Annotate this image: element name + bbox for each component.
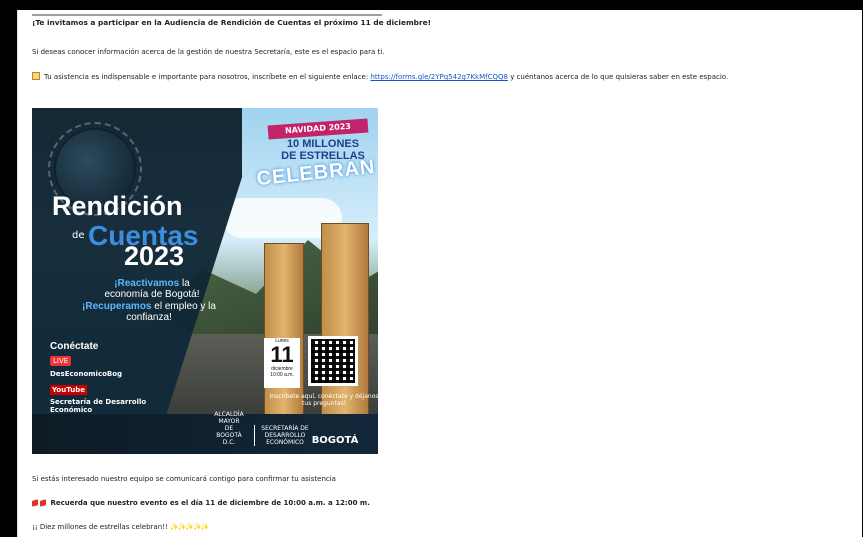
navidad-tag: NAVIDAD 2023 — [267, 118, 369, 140]
bogota-logo: BOGOTÁ — [311, 435, 359, 446]
reminder-line: Recuerda que nuestro evento es el día 11… — [32, 499, 370, 507]
reminder-text: Recuerda que nuestro evento es el día 11… — [50, 499, 370, 507]
date-time: 10:00 a.m. — [270, 372, 294, 378]
confirm-text: Si estás interesado nuestro equipo se co… — [32, 475, 336, 483]
youtube-logo: YouTube — [50, 385, 87, 395]
alcaldia-logo: ALCALDÍA MAYOR DE BOGOTÁ D.C. — [214, 411, 244, 446]
intro-text: Si deseas conocer información acerca de … — [32, 48, 385, 56]
register-suffix: y cuéntanos acerca de lo que quisieras s… — [510, 73, 729, 81]
poster-title-line1: Rendición — [52, 191, 183, 221]
closing-line: ¡¡ Diez millones de estrellas celebran!!… — [32, 523, 210, 531]
reactivamos-bold: ¡Reactivamos — [114, 278, 180, 289]
conectate-label: Conéctate — [50, 341, 99, 352]
reactivamos-text: ¡Reactivamos la economía de Bogotá! — [98, 278, 206, 300]
email-body: ¡Te invitamos a participar en la Audienc… — [17, 10, 862, 537]
date-card: Lunes 11 diciembre 10:00 a.m. — [264, 338, 300, 388]
youtube-channel: Secretaría de Desarrollo Económico — [50, 398, 147, 415]
sde-logo: SECRETARÍA DE DESARROLLO ECONÓMICO — [254, 425, 311, 446]
closing-text: ¡¡ Diez millones de estrellas celebran!! — [32, 523, 168, 531]
event-poster-image: NAVIDAD 2023 10 MILLONES DE ESTRELLAS CE… — [32, 108, 378, 454]
megaphone-icon — [32, 499, 38, 507]
divider — [32, 14, 382, 16]
register-prefix: Tu asistencia es indispensable e importa… — [44, 73, 369, 81]
qr-code — [308, 336, 358, 386]
email-header-text: ¡Te invitamos a participar en la Audienc… — [32, 18, 431, 27]
recuperamos-bold: ¡Recuperamos — [82, 301, 152, 312]
poster-title-year: 2023 — [124, 241, 185, 271]
sparkles-icon: ✨✨✨✨✨ — [170, 523, 210, 531]
poster-title-de: de — [72, 230, 85, 241]
millones-line: 10 MILLONES — [286, 138, 360, 150]
register-link[interactable]: https://forms.gle/2YPq542g7KkMfCQQ8 — [370, 73, 508, 81]
recuperamos-text: ¡Recuperamos el empleo y la confianza! — [80, 301, 218, 323]
live-badge: LIVE — [50, 356, 72, 366]
inscribe-text: Inscríbete aquí, conéctate y déjanos tus… — [269, 393, 379, 408]
date-day: 11 — [270, 342, 294, 367]
megaphone-icon — [40, 499, 46, 507]
facebook-handle: DesEconomicoBog — [50, 370, 123, 378]
poster-footer — [32, 414, 378, 454]
register-line: Tu asistencia es indispensable e importa… — [32, 72, 728, 81]
memo-icon — [32, 72, 40, 80]
